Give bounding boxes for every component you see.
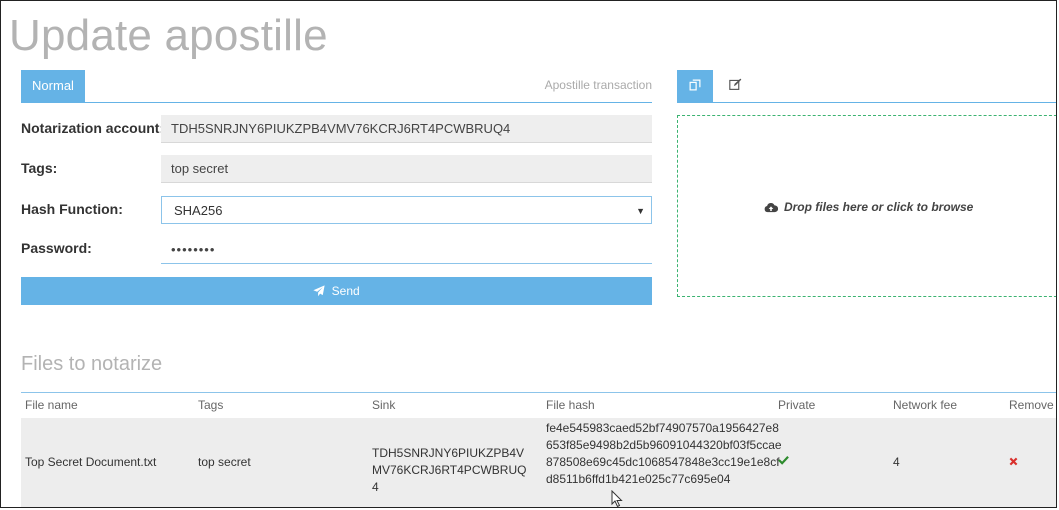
form-tabs: Normal Apostille transaction	[21, 70, 652, 103]
page-title: Update apostille	[9, 11, 328, 60]
caret-down-icon: ▼	[636, 206, 645, 216]
column-header-private: Private	[778, 398, 816, 412]
check-icon	[778, 456, 789, 465]
hash-function-label: Hash Function:	[21, 201, 123, 217]
column-header-file-hash: File hash	[546, 398, 595, 412]
copy-files-icon	[689, 79, 701, 91]
tab-apostille-transaction[interactable]: Apostille transaction	[545, 70, 652, 102]
send-button[interactable]: Send	[21, 277, 652, 305]
remove-icon	[1009, 457, 1018, 466]
file-name-cell: Top Secret Document.txt	[25, 455, 157, 469]
column-header-file-name: File name	[25, 398, 78, 412]
tab-normal[interactable]: Normal	[21, 70, 85, 102]
tags-cell: top secret	[198, 455, 251, 469]
notarization-account-field[interactable]: TDH5SNRJNY6PIUKZPB4VMV76KCRJ6RT4PCWBRUQ4	[161, 115, 652, 143]
network-fee-cell: 4	[893, 455, 900, 469]
dropzone-label: Drop files here or click to browse	[678, 200, 1056, 214]
hash-function-select[interactable]: SHA256 ▼	[161, 196, 652, 224]
tab-upload-files[interactable]	[677, 70, 713, 102]
hash-function-value: SHA256	[174, 203, 223, 218]
private-cell	[778, 454, 789, 468]
dropzone-text: Drop files here or click to browse	[783, 200, 974, 214]
table-row: Top Secret Document.txt top secret TDH5S…	[21, 418, 1056, 507]
mouse-cursor-icon	[611, 490, 623, 507]
app-window: Update apostille Normal Apostille transa…	[0, 0, 1057, 508]
files-section-title: Files to notarize	[21, 353, 163, 375]
column-header-sink: Sink	[372, 398, 396, 412]
password-field[interactable]: ••••••••	[161, 236, 652, 264]
edit-icon	[728, 78, 741, 90]
file-hash-cell: fe4e545983caed52bf74907570a1956427e8653f…	[546, 421, 782, 486]
tab-edit[interactable]	[717, 70, 753, 102]
column-header-tags: Tags	[198, 398, 224, 412]
upload-tabs	[677, 70, 1056, 103]
remove-button[interactable]	[1009, 455, 1018, 469]
sink-cell: TDH5SNRJNY6PIUKZPB4VMV76KCRJ6RT4PCWBRUQ4	[372, 446, 527, 494]
send-label: Send	[331, 284, 360, 298]
cloud-upload-icon	[764, 202, 778, 213]
files-table-header: File name Tags Sink File hash Private Ne…	[21, 392, 1056, 419]
notarization-account-label: Notarization account:	[21, 120, 165, 136]
column-header-remove: Remove	[1009, 398, 1054, 412]
tags-field[interactable]: top secret	[161, 155, 652, 183]
column-header-network-fee: Network fee	[893, 398, 958, 412]
file-dropzone[interactable]: Drop files here or click to browse	[677, 115, 1056, 297]
paper-plane-icon	[313, 285, 325, 297]
password-label: Password:	[21, 240, 92, 256]
tags-label: Tags:	[21, 160, 58, 176]
